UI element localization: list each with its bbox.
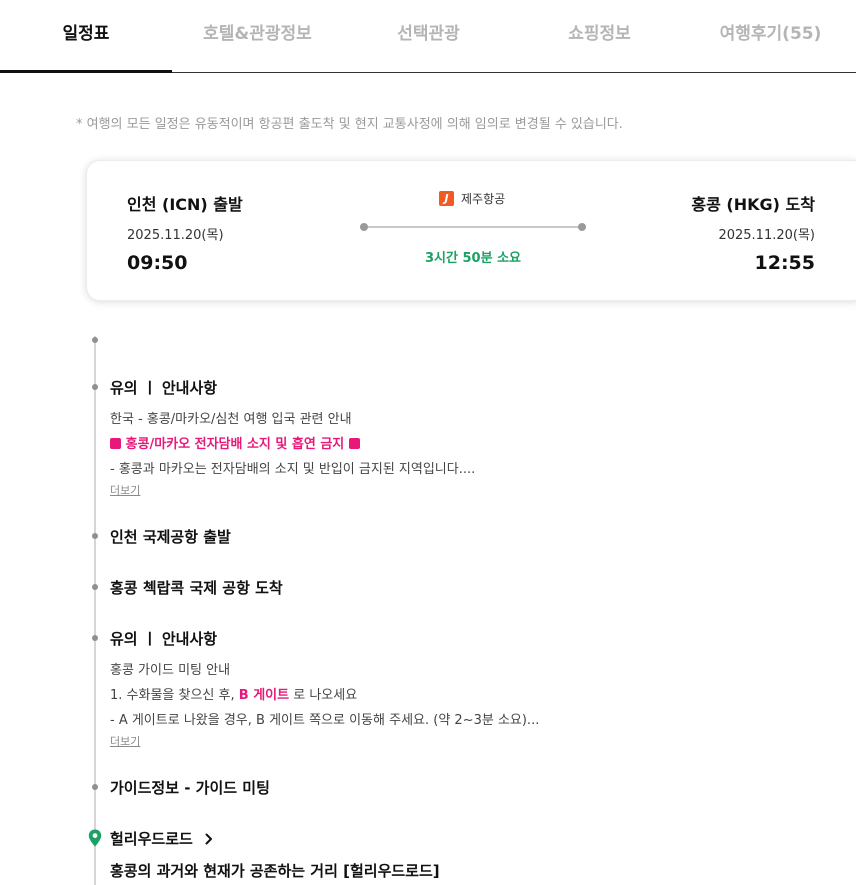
tab-bar: 일정표 호텔&관광정보 선택관광 쇼핑정보 여행후기(55)	[0, 0, 856, 73]
departure-info: 인천 (ICN) 출발 2025.11.20(목) 09:50	[127, 191, 243, 274]
departure-date: 2025.11.20(목)	[127, 228, 224, 243]
more-link[interactable]: 더보기	[110, 733, 140, 749]
pink-square-icon	[110, 438, 121, 449]
instruction-prefix: 1. 수화물을 찾으신 후,	[110, 688, 235, 703]
airline-name: 제주항공	[461, 192, 506, 206]
place-link[interactable]: 헐리우드로드	[110, 828, 215, 849]
flight-duration: 3시간 50분 소요	[425, 251, 521, 266]
arrival-city: 홍콩 (HKG) 도착	[691, 195, 815, 214]
pink-square-icon	[348, 438, 360, 449]
timeline-dot	[92, 584, 98, 590]
more-link[interactable]: 더보기	[110, 482, 140, 498]
notice-highlight-text: 홍콩/마카오 전자담배 소지 및 흡연 금지	[125, 437, 345, 452]
timeline-dot	[92, 635, 98, 641]
arrival-time: 12:55	[754, 252, 815, 274]
place-name: 헐리우드로드	[110, 830, 193, 848]
airline: J 제주항공	[439, 190, 505, 207]
airline-logo-icon: J	[439, 191, 454, 206]
route-line	[360, 223, 586, 231]
arrival-date: 2025.11.20(목)	[718, 228, 815, 243]
notice-title: 유의 ㅣ 안내사항	[110, 630, 218, 648]
place-description: 홍콩의 과거와 현재가 공존하는 거리 [헐리우드로드]	[110, 862, 440, 880]
notice-subtitle: 홍콩 가이드 미팅 안내	[110, 663, 231, 678]
map-pin-icon	[88, 829, 102, 847]
route-start-dot	[360, 223, 368, 231]
timeline-dot	[92, 784, 98, 790]
departure-city: 인천 (ICN) 출발	[127, 195, 243, 214]
notice-highlight: 홍콩/마카오 전자담배 소지 및 흡연 금지	[110, 433, 360, 452]
tab-optional-tours[interactable]: 선택관광	[343, 0, 514, 72]
schedule-depart: 인천 국제공항 출발	[110, 528, 231, 546]
notice-instruction: 1. 수화물을 찾으신 후, B 게이트 로 나오세요	[110, 684, 357, 703]
timeline-dot	[92, 533, 98, 539]
instruction-highlight: B 게이트	[238, 688, 290, 703]
notice-description: - 홍콩과 마카오는 전자담배의 소지 및 반입이 금지된 지역입니다....	[110, 462, 476, 477]
timeline-dot	[92, 337, 98, 343]
notice-title: 유의 ㅣ 안내사항	[110, 379, 218, 397]
schedule-notice: * 여행의 모든 일정은 유동적이며 항공편 출도착 및 현지 교통사정에 의해…	[76, 117, 623, 132]
route-end-dot	[578, 223, 586, 231]
flight-card: 인천 (ICN) 출발 2025.11.20(목) 09:50 J 제주항공 3…	[86, 160, 856, 301]
instruction-suffix: 로 나오세요	[293, 688, 358, 703]
notice-subtitle: 한국 - 홍콩/마카오/심천 여행 입국 관련 안내	[110, 412, 352, 427]
schedule-arrive: 홍콩 첵랍콕 국제 공항 도착	[110, 579, 283, 597]
departure-time: 09:50	[127, 252, 188, 274]
notice-description: - A 게이트로 나왔을 경우, B 게이트 쪽으로 이동해 주세요. (약 2…	[110, 713, 540, 728]
timeline-dot	[92, 384, 98, 390]
tab-itinerary[interactable]: 일정표	[0, 0, 172, 73]
arrival-info: 홍콩 (HKG) 도착 2025.11.20(목) 12:55	[691, 191, 815, 274]
timeline-line	[94, 336, 96, 885]
tab-hotel-sightseeing[interactable]: 호텔&관광정보	[172, 0, 343, 72]
tab-reviews[interactable]: 여행후기(55)	[685, 0, 856, 72]
tab-shopping[interactable]: 쇼핑정보	[514, 0, 685, 72]
guide-info: 가이드정보 - 가이드 미팅	[110, 779, 270, 797]
chevron-right-icon	[205, 833, 212, 844]
